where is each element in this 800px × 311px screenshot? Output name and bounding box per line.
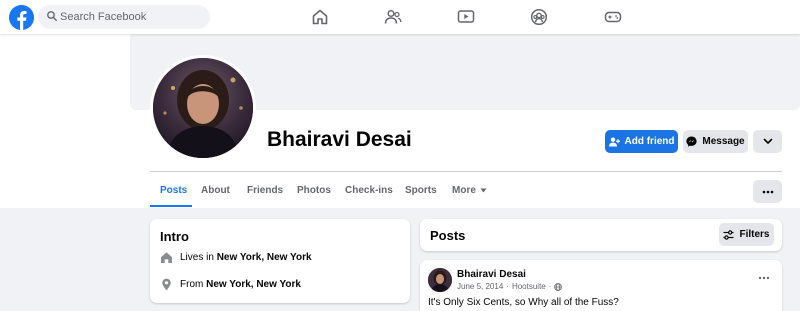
post-author-name[interactable]: Bhairavi Desai [457, 269, 526, 280]
from-location[interactable]: New York, New York [206, 279, 301, 290]
add-friend-label: Add friend [624, 136, 675, 147]
tab-sports[interactable]: Sports [405, 185, 437, 196]
active-tab-indicator [150, 205, 192, 207]
lives-in-prefix: Lives in [180, 252, 214, 263]
tab-about[interactable]: About [201, 185, 230, 196]
chevron-down-icon [763, 138, 772, 144]
add-person-icon [608, 137, 620, 146]
post-options-icon[interactable] [758, 276, 770, 280]
posts-title: Posts [430, 228, 466, 243]
author-photo-image [428, 268, 452, 292]
globe-icon [554, 282, 563, 291]
facebook-logo[interactable] [9, 5, 34, 30]
header-left-margin [0, 34, 130, 110]
message-button[interactable]: Message [683, 130, 748, 153]
posts-header-card: Posts Filters [420, 219, 782, 251]
sliders-icon [723, 229, 734, 240]
groups-icon[interactable] [530, 8, 548, 26]
add-friend-button[interactable]: Add friend [605, 130, 678, 153]
filters-label: Filters [739, 229, 770, 240]
intro-title: Intro [160, 229, 189, 244]
ellipsis-icon [762, 190, 773, 193]
tab-more-label: More [452, 185, 476, 196]
search-box[interactable] [38, 5, 210, 29]
intro-from: From New York, New York [160, 278, 301, 291]
profile-picture[interactable] [150, 55, 256, 161]
header-divider [150, 171, 782, 172]
tab-photos[interactable]: Photos [297, 185, 331, 196]
post-date[interactable]: June 5, 2014 [457, 282, 503, 291]
filters-button[interactable]: Filters [719, 223, 774, 246]
profile-name: Bhairavi Desai [267, 128, 412, 151]
tab-check-ins[interactable]: Check-ins [345, 185, 393, 196]
lives-in-location[interactable]: New York, New York [217, 252, 312, 263]
post-text: It's Only Six Cents, so Why all of the F… [428, 297, 619, 308]
profile-menu-button[interactable] [753, 180, 782, 203]
tab-posts[interactable]: Posts [160, 185, 187, 196]
facebook-f-icon [9, 5, 34, 30]
watch-icon[interactable] [457, 8, 475, 26]
house-icon [161, 252, 172, 263]
message-label: Message [702, 136, 745, 147]
post-author-avatar[interactable] [428, 268, 452, 292]
post-source: Hootsuite [511, 282, 546, 291]
gaming-icon[interactable] [604, 8, 622, 26]
tab-more[interactable]: More [452, 185, 487, 196]
friends-icon[interactable] [384, 8, 402, 26]
location-pin-icon [162, 278, 171, 291]
post-card: Bhairavi Desai June 5, 2014 · Hootsuite … [420, 260, 782, 311]
caret-down-icon [480, 188, 487, 193]
meta-separator-2: · [548, 282, 552, 291]
search-input[interactable] [60, 5, 205, 29]
intro-card: Intro Lives in New York, New York From N… [150, 219, 410, 303]
from-prefix: From [180, 279, 204, 290]
meta-separator: · [506, 282, 509, 291]
home-icon[interactable] [311, 8, 329, 26]
post-meta: June 5, 2014 · Hootsuite · [457, 282, 563, 291]
profile-photo-image [153, 58, 253, 158]
tab-friends[interactable]: Friends [247, 185, 283, 196]
more-options-button[interactable] [753, 130, 782, 153]
top-navbar [0, 0, 800, 34]
messenger-icon [686, 136, 697, 147]
search-icon [47, 11, 57, 21]
intro-lives-in: Lives in New York, New York [160, 251, 312, 264]
